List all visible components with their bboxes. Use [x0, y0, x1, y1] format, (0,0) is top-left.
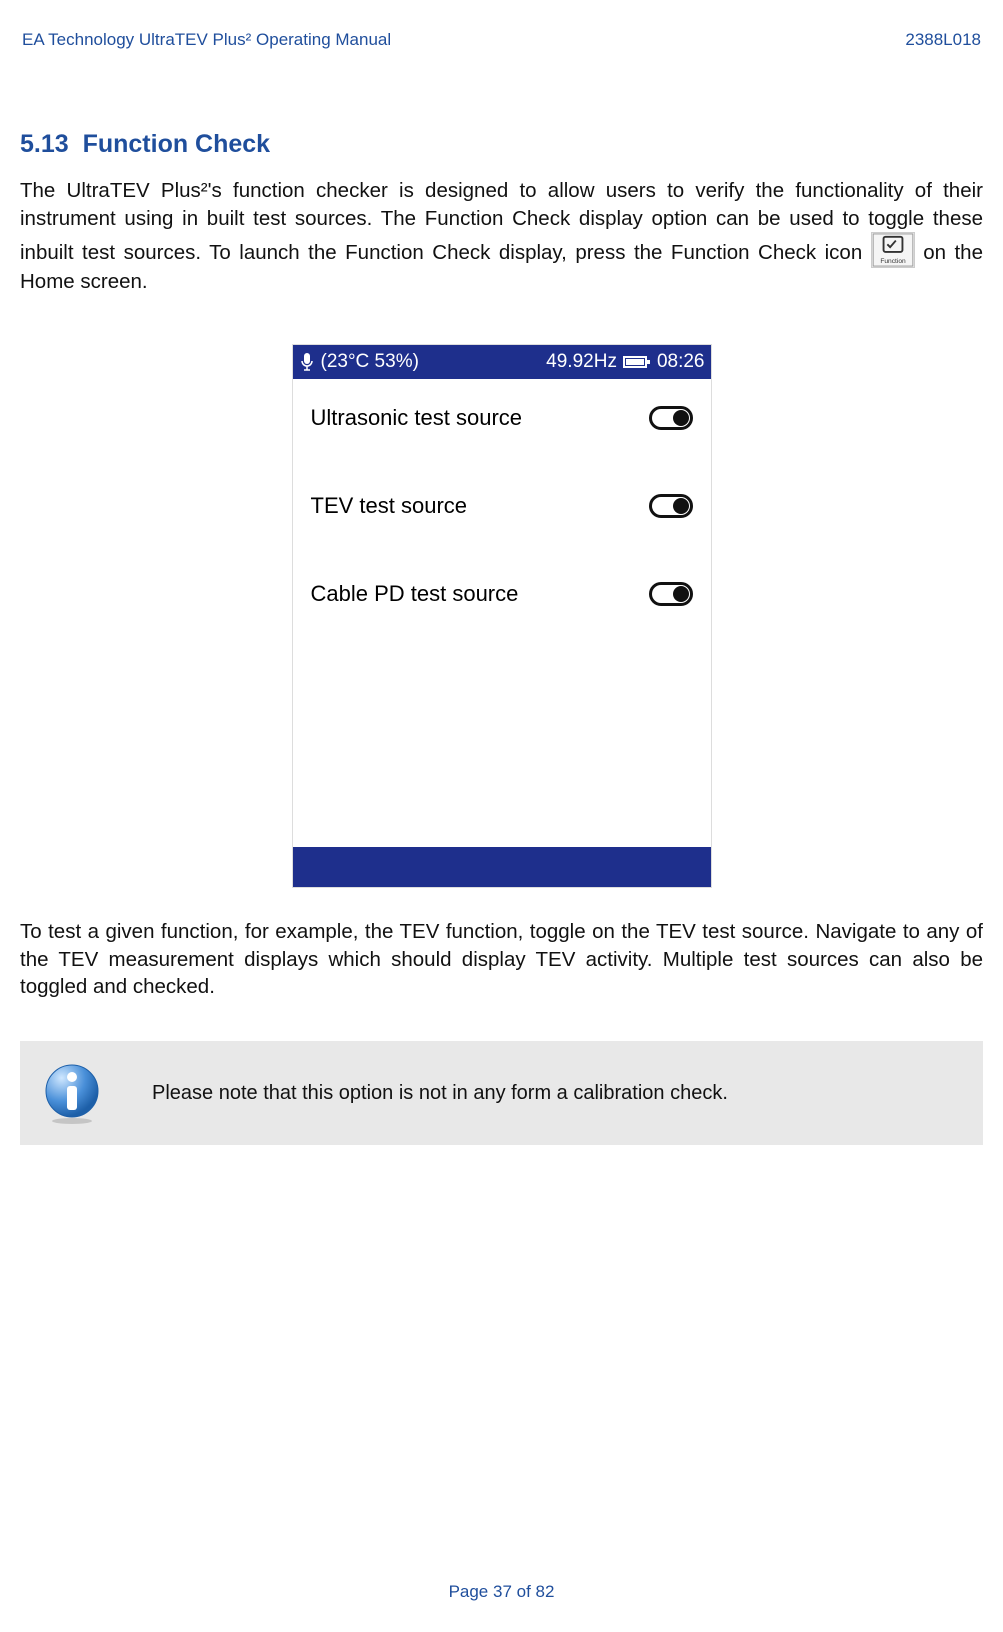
paragraph-2: To test a given function, for example, t…	[20, 918, 983, 1001]
note-text: Please note that this option is not in a…	[152, 1082, 728, 1105]
ultrasonic-toggle[interactable]	[649, 406, 693, 430]
section-title: Function Check	[83, 130, 271, 158]
svg-text:Function: Function	[880, 259, 906, 266]
header-left: EA Technology UltraTEV Plus² Operating M…	[22, 30, 391, 50]
page-header: EA Technology UltraTEV Plus² Operating M…	[20, 30, 983, 50]
battery-icon	[623, 355, 651, 369]
para1-text-a: The UltraTEV Plus²'s function checker is…	[20, 179, 983, 264]
toggle-label: Cable PD test source	[311, 581, 519, 607]
microphone-icon	[299, 352, 315, 372]
tev-toggle[interactable]	[649, 494, 693, 518]
toggle-row-ultrasonic: Ultrasonic test source	[311, 405, 693, 431]
cable-pd-toggle[interactable]	[649, 582, 693, 606]
note-box: Please note that this option is not in a…	[20, 1041, 983, 1145]
device-screenshot: (23°C 53%) 49.92Hz 08:26 Ultrasonic test…	[292, 344, 712, 888]
toggle-row-cable-pd: Cable PD test source	[311, 581, 693, 607]
toggle-label: Ultrasonic test source	[311, 405, 523, 431]
toggle-label: TEV test source	[311, 493, 468, 519]
device-screen: (23°C 53%) 49.92Hz 08:26 Ultrasonic test…	[293, 345, 711, 887]
paragraph-1: The UltraTEV Plus²'s function checker is…	[20, 177, 983, 296]
screen-body: Ultrasonic test source TEV test source C…	[293, 379, 711, 847]
header-right: 2388L018	[905, 30, 981, 50]
status-temp-humidity: (23°C 53%)	[321, 351, 419, 373]
section-heading: 5.13 Function Check	[20, 130, 983, 159]
info-icon	[40, 1061, 104, 1125]
section-number: 5.13	[20, 130, 69, 158]
screen-footer-bar	[293, 847, 711, 887]
status-time: 08:26	[657, 351, 705, 373]
status-bar: (23°C 53%) 49.92Hz 08:26	[293, 345, 711, 379]
status-frequency: 49.92Hz	[546, 351, 617, 373]
toggle-row-tev: TEV test source	[311, 493, 693, 519]
function-check-icon: Function	[871, 232, 915, 268]
page-footer: Page 37 of 82	[0, 1582, 1003, 1602]
